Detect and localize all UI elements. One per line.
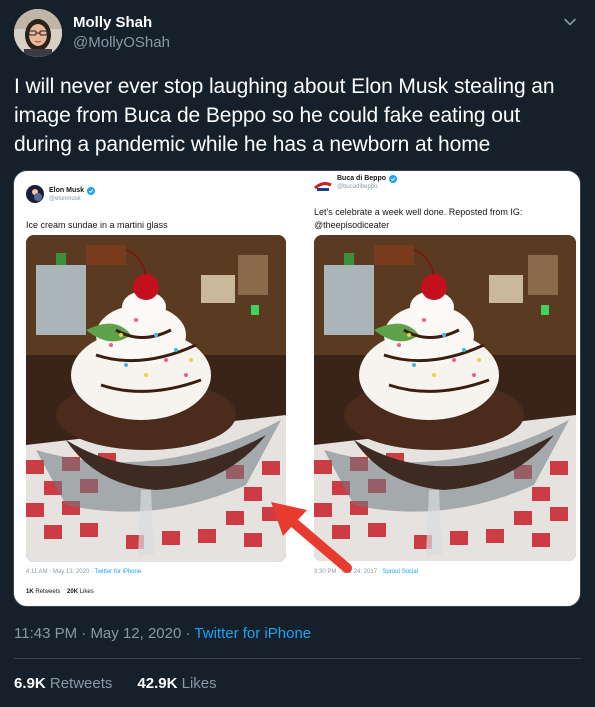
tweet-timestamp: 11:43 PM · May 12, 2020 · Twitter for iP… bbox=[14, 625, 312, 642]
chevron-down-icon[interactable] bbox=[563, 15, 577, 29]
embedded-tweet-elon: Elon Musk @elonmusk Ice cream sundae in … bbox=[20, 177, 292, 602]
author-avatar[interactable] bbox=[14, 9, 62, 57]
red-arrow-annotation bbox=[271, 502, 352, 573]
retweets-count: 6.9K bbox=[14, 675, 46, 692]
sundae-photo-elon bbox=[26, 235, 286, 562]
tweet-source[interactable]: Twitter for iPhone bbox=[194, 625, 311, 642]
embedded-stats-elon: 1K Retweets 20K Likes bbox=[26, 589, 94, 595]
embedded-retweets-count: 1K bbox=[26, 589, 34, 595]
embedded-time-elon: 4:11 AM · May 13, 2020 · bbox=[26, 569, 93, 575]
likes-stat[interactable]: 42.9K Likes bbox=[137, 675, 216, 692]
author-handle[interactable]: @MollyOShah bbox=[73, 34, 170, 51]
embedded-likes-label: Likes bbox=[79, 589, 94, 595]
likes-label: Likes bbox=[181, 675, 217, 692]
embedded-name-buca: Buca di Beppo bbox=[337, 175, 387, 182]
tweet-time[interactable]: 11:43 PM bbox=[14, 625, 77, 642]
likes-count: 42.9K bbox=[137, 675, 178, 692]
divider bbox=[14, 658, 581, 659]
retweets-stat[interactable]: 6.9K Retweets bbox=[14, 675, 112, 692]
embedded-name-elon: Elon Musk bbox=[49, 187, 85, 194]
tweet-stats: 6.9K Retweets 42.9K Likes bbox=[14, 675, 217, 692]
embedded-text-buca-line2: @theepisodiceater bbox=[314, 220, 390, 230]
tweet-date[interactable]: May 12, 2020 bbox=[90, 625, 181, 642]
embedded-text-elon: Ice cream sundae in a martini glass bbox=[26, 220, 168, 230]
embedded-avatar-elon bbox=[26, 185, 44, 203]
tweet-media[interactable]: Elon Musk @elonmusk Ice cream sundae in … bbox=[13, 170, 581, 607]
embedded-handle-elon: @elonmusk bbox=[49, 196, 81, 202]
embedded-source-elon[interactable]: Twitter for iPhone bbox=[95, 569, 142, 575]
embedded-source-buca[interactable]: Sprout Social bbox=[382, 569, 418, 575]
retweets-label: Retweets bbox=[49, 675, 113, 692]
tweet-header: Molly Shah @MollyOShah bbox=[14, 9, 581, 57]
embedded-meta-elon: 4:11 AM · May 13, 2020 · Twitter for iPh… bbox=[26, 569, 141, 575]
embedded-retweets-label: Retweets bbox=[35, 589, 61, 595]
verified-badge-icon bbox=[389, 175, 397, 183]
author-name[interactable]: Molly Shah bbox=[73, 14, 152, 31]
embedded-handle-buca: @bucadibeppo bbox=[337, 184, 378, 190]
verified-badge-icon bbox=[87, 187, 95, 195]
embedded-likes-count: 20K bbox=[67, 589, 79, 595]
tweet-text: I will never ever stop laughing about El… bbox=[14, 75, 555, 156]
embedded-text-buca-line1: Let's celebrate a week well done. Repost… bbox=[314, 207, 523, 217]
embedded-avatar-buca bbox=[314, 177, 332, 195]
